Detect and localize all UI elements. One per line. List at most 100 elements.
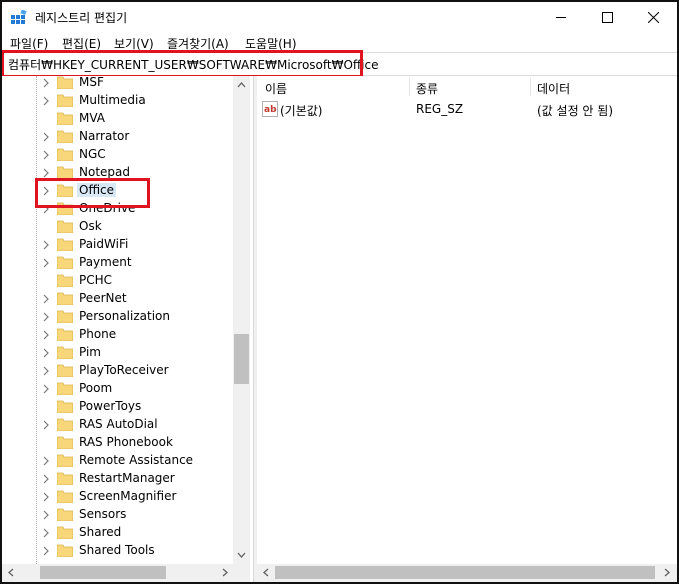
tree-vertical-scrollbar[interactable] <box>233 76 250 564</box>
tree-item[interactable]: Poom <box>2 380 232 398</box>
tree-item[interactable]: Shared Tools <box>2 542 232 560</box>
scroll-thumb[interactable] <box>275 566 655 579</box>
tree-item-label: Pim <box>79 345 101 359</box>
chevron-left-icon <box>262 568 268 577</box>
folder-icon <box>57 166 73 179</box>
chevron-right-icon <box>43 330 49 340</box>
chevron-down-icon <box>237 552 246 558</box>
column-header-data[interactable]: 데이터 <box>531 76 677 98</box>
tree-item[interactable]: PowerToys <box>2 398 232 416</box>
tree-item[interactable]: ScreenMagnifier <box>2 488 232 506</box>
tree-item[interactable]: NGC <box>2 146 232 164</box>
tree-item[interactable]: MVA <box>2 110 232 128</box>
chevron-right-icon <box>43 384 49 394</box>
close-button[interactable] <box>630 2 676 32</box>
tree-item[interactable]: RAS AutoDial <box>2 416 232 434</box>
folder-icon <box>57 256 73 269</box>
tree-item[interactable]: Osk <box>2 218 232 236</box>
tree-item[interactable]: PCHC <box>2 272 232 290</box>
address-path[interactable]: 컴퓨터₩HKEY_CURRENT_USER₩SOFTWARE₩Microsoft… <box>8 56 379 73</box>
key-tree[interactable]: MSF Multimedia MVA Narrator NGC Notepad … <box>2 76 253 564</box>
tree-item[interactable]: MSF <box>2 76 232 92</box>
tree-item[interactable]: Phone <box>2 326 232 344</box>
tree-item[interactable]: Shared <box>2 524 232 542</box>
tree-item[interactable]: Multimedia <box>2 92 232 110</box>
tree-item-label: PowerToys <box>79 399 142 413</box>
tree-item[interactable]: Payment <box>2 254 232 272</box>
menu-bar: 파일(F) 편집(E) 보기(V) 즐겨찾기(A) 도움말(H) <box>2 32 677 52</box>
chevron-right-icon <box>43 474 49 484</box>
tree-item-label: PaidWiFi <box>79 237 129 251</box>
chevron-right-icon <box>43 528 49 538</box>
tree-horizontal-scrollbar[interactable] <box>2 564 250 582</box>
tree-item[interactable]: PaidWiFi <box>2 236 232 254</box>
folder-icon <box>57 238 73 251</box>
folder-icon <box>57 436 73 449</box>
menu-view[interactable]: 보기(V) <box>114 35 154 52</box>
folder-icon <box>57 364 73 377</box>
tree-item[interactable]: Notepad <box>2 164 232 182</box>
menu-help[interactable]: 도움말(H) <box>245 35 297 52</box>
tree-item[interactable]: OneDrive <box>2 200 232 218</box>
chevron-right-icon <box>43 294 49 304</box>
scroll-thumb[interactable] <box>40 566 166 579</box>
folder-icon <box>57 94 73 107</box>
list-row[interactable]: ab (기본값) REG_SZ (값 설정 안 됨) <box>257 100 677 118</box>
folder-icon <box>57 490 73 503</box>
scroll-up-button[interactable] <box>233 76 250 93</box>
tree-item-label: RAS AutoDial <box>79 417 158 431</box>
scroll-down-button[interactable] <box>233 546 250 563</box>
tree-item-label: Phone <box>79 327 117 341</box>
chevron-left-icon <box>7 568 13 577</box>
menu-edit[interactable]: 편집(E) <box>62 35 101 52</box>
folder-icon <box>57 112 73 125</box>
chevron-right-icon <box>43 150 49 160</box>
title-bar[interactable]: 레지스트리 편집기 <box>2 2 677 32</box>
folder-icon <box>57 310 73 323</box>
scroll-left-button[interactable] <box>257 564 274 581</box>
folder-icon <box>57 328 73 341</box>
tree-item-label: MSF <box>79 76 104 89</box>
tree-item[interactable]: Personalization <box>2 308 232 326</box>
tree-item[interactable]: Narrator <box>2 128 232 146</box>
tree-item-label: Remote Assistance <box>79 453 194 467</box>
column-header-type[interactable]: 종류 <box>410 76 530 98</box>
folder-icon <box>57 202 73 215</box>
tree-item[interactable]: RAS Phonebook <box>2 434 232 452</box>
tree-item[interactable]: PlayToReceiver <box>2 362 232 380</box>
folder-icon <box>57 148 73 161</box>
window-title: 레지스트리 편집기 <box>35 11 128 25</box>
scroll-thumb[interactable] <box>234 334 249 384</box>
scroll-right-button[interactable] <box>658 564 675 581</box>
tree-item-office[interactable]: Office <box>2 182 232 200</box>
address-bar[interactable]: 컴퓨터₩HKEY_CURRENT_USER₩SOFTWARE₩Microsoft… <box>2 52 677 76</box>
chevron-right-icon <box>43 420 49 430</box>
minimize-button[interactable] <box>538 2 584 32</box>
tree-item-label: RAS Phonebook <box>79 435 173 449</box>
folder-icon <box>57 274 73 287</box>
chevron-right-icon <box>43 456 49 466</box>
tree-item[interactable]: Sensors <box>2 506 232 524</box>
column-header-name[interactable]: 이름 <box>257 76 409 98</box>
value-data: (값 설정 안 됨) <box>537 104 614 118</box>
tree-item-label: OneDrive <box>79 201 136 215</box>
tree-item[interactable]: RestartManager <box>2 470 232 488</box>
tree-item-label: PCHC <box>79 273 113 287</box>
folder-icon <box>57 184 73 197</box>
tree-item[interactable]: PeerNet <box>2 290 232 308</box>
chevron-right-icon <box>43 240 49 250</box>
tree-item-label: NGC <box>79 147 106 161</box>
scroll-left-button[interactable] <box>2 564 19 581</box>
menu-file[interactable]: 파일(F) <box>10 35 48 52</box>
menu-favorites[interactable]: 즐겨찾기(A) <box>167 35 229 52</box>
list-horizontal-scrollbar[interactable] <box>257 564 677 582</box>
scroll-right-button[interactable] <box>216 564 233 581</box>
maximize-button[interactable] <box>584 2 630 32</box>
folder-icon <box>57 292 73 305</box>
value-type: REG_SZ <box>416 102 464 116</box>
tree-item[interactable]: Pim <box>2 344 232 362</box>
chevron-right-icon <box>43 96 49 106</box>
value-list[interactable]: 이름 종류 데이터 ab (기본값) REG_SZ (값 설정 안 됨) <box>257 76 677 564</box>
tree-item[interactable]: Remote Assistance <box>2 452 232 470</box>
minimize-icon <box>556 17 566 18</box>
